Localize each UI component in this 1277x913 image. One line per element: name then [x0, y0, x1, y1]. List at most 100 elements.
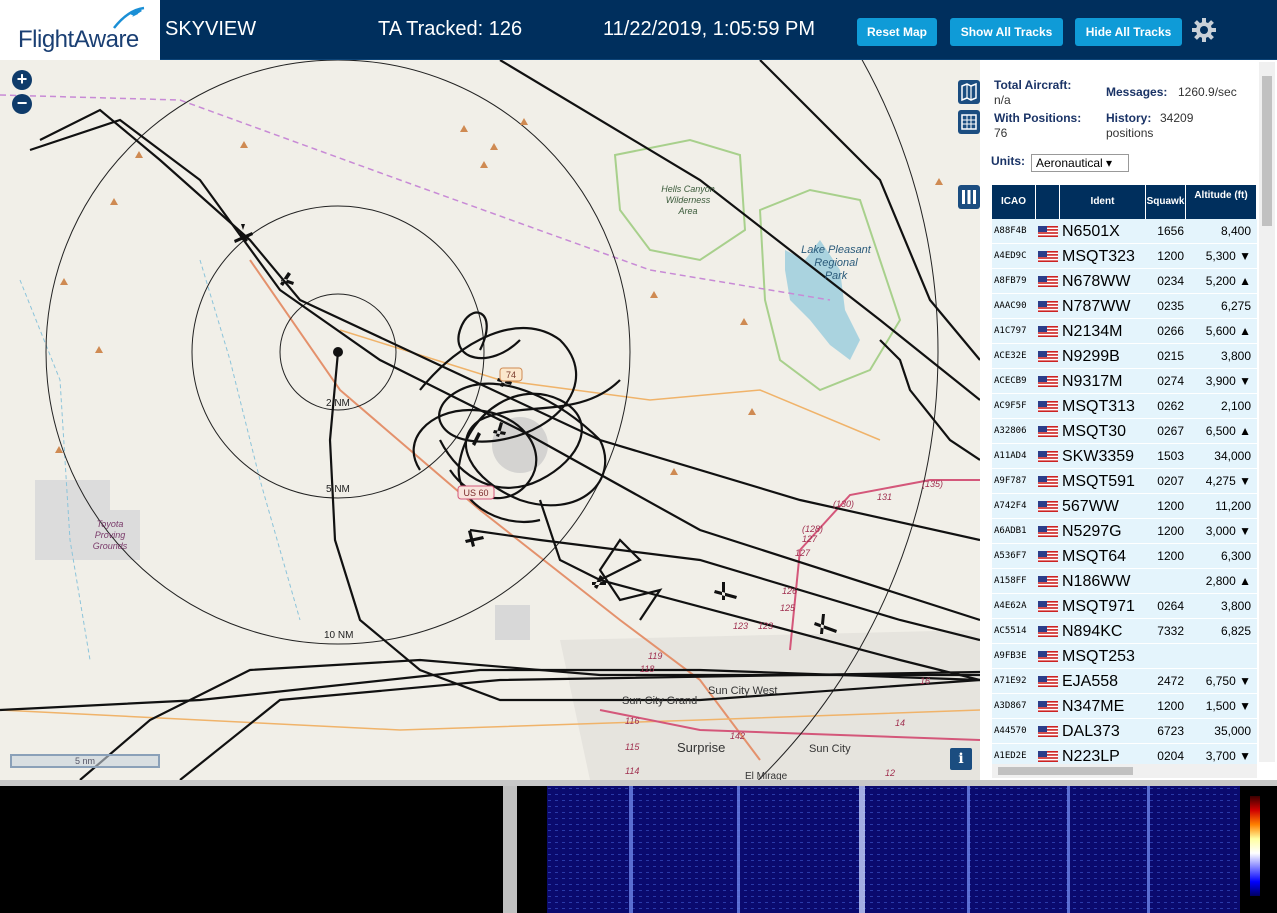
squawk-cell: 1200	[1157, 499, 1184, 513]
column-toggle-button[interactable]	[958, 185, 980, 209]
altitude-cell: 2,100	[1220, 399, 1251, 413]
panel-vertical-scrollbar[interactable]	[1259, 62, 1275, 762]
ident-cell: N347ME	[1062, 698, 1125, 715]
column-header-altitude[interactable]: Altitude (ft)	[1186, 185, 1257, 219]
column-header-squawk[interactable]: Squawk	[1146, 185, 1186, 219]
city-label: Sun City West	[708, 685, 778, 697]
us-flag-icon	[1038, 376, 1058, 387]
altitude-cell: 5,600 ▲	[1205, 324, 1251, 338]
info-button[interactable]: i	[950, 748, 972, 770]
aircraft-icon	[814, 614, 837, 634]
map-canvas[interactable]: 2 NM 5 NM 10 NM Hells Canyon Wilderness …	[0, 60, 980, 780]
map-icon	[961, 82, 977, 102]
squawk-cell: 6723	[1157, 724, 1184, 738]
total-aircraft-label: Total Aircraft:	[994, 78, 1072, 92]
grid-toggle-button[interactable]	[958, 110, 980, 134]
flightaware-logo[interactable]: FlightAware	[0, 0, 160, 60]
table-row[interactable]: A8FB79 N678WW 0234 5,200 ▲	[992, 269, 1257, 294]
site-name: SKYVIEW	[165, 18, 257, 40]
altitude-cell: 6,275	[1220, 299, 1251, 313]
settings-gear-icon[interactable]	[1190, 16, 1218, 44]
table-row[interactable]: A536F7 MSQT64 1200 6,300	[992, 544, 1257, 569]
svg-text:126: 126	[782, 586, 797, 596]
us-flag-icon	[1038, 726, 1058, 737]
squawk-cell: 0235	[1157, 299, 1184, 313]
table-row[interactable]: A44570 DAL373 6723 35,000	[992, 719, 1257, 744]
spectrogram-waterfall	[547, 786, 1240, 913]
reset-map-button[interactable]: Reset Map	[857, 18, 937, 46]
history-label: History:	[1106, 111, 1152, 125]
table-row[interactable]: AAAC90 N787WW 0235 6,275	[992, 294, 1257, 319]
table-row[interactable]: A4ED9C MSQT323 1200 5,300 ▼	[992, 244, 1257, 269]
table-row[interactable]: ACECB9 N9317M 0274 3,900 ▼	[992, 369, 1257, 394]
table-row[interactable]: A11AD4 SKW3359 1503 34,000	[992, 444, 1257, 469]
table-row[interactable]: A71E92 EJA558 2472 6,750 ▼	[992, 669, 1257, 694]
spectrogram-color-scale	[1250, 796, 1260, 896]
ident-cell: EJA558	[1062, 673, 1119, 690]
column-header-flag[interactable]	[1036, 185, 1060, 219]
svg-text:12: 12	[885, 768, 895, 778]
table-row[interactable]: A32806 MSQT30 0267 6,500 ▲	[992, 419, 1257, 444]
svg-text:Proving: Proving	[95, 530, 126, 540]
altitude-cell: 6,750 ▼	[1205, 674, 1251, 688]
svg-text:(135): (135)	[922, 479, 943, 489]
icao-cell: A742F4	[994, 501, 1027, 511]
ident-cell: N787WW	[1062, 298, 1131, 315]
table-row[interactable]: A3D867 N347ME 1200 1,500 ▼	[992, 694, 1257, 719]
map-view[interactable]: 2 NM 5 NM 10 NM Hells Canyon Wilderness …	[0, 60, 980, 780]
aircraft-icon	[472, 432, 481, 446]
table-row[interactable]: A742F4 567WW 1200 11,200	[992, 494, 1257, 519]
table-row[interactable]: A158FF N186WW 2,800 ▲	[992, 569, 1257, 594]
table-row[interactable]: A4E62A MSQT971 0264 3,800	[992, 594, 1257, 619]
ident-cell: DAL373	[1062, 723, 1120, 740]
table-header: ICAO Ident Squawk Altitude (ft)	[992, 185, 1257, 219]
scroll-thumb[interactable]	[998, 767, 1133, 775]
bottom-pane	[0, 780, 1277, 913]
panel-horizontal-scrollbar[interactable]	[992, 764, 1257, 778]
icao-cell: AAAC90	[994, 301, 1027, 311]
hide-all-tracks-button[interactable]: Hide All Tracks	[1075, 18, 1182, 46]
table-row[interactable]: AC9F5F MSQT313 0262 2,100	[992, 394, 1257, 419]
squawk-cell: 0262	[1157, 399, 1184, 413]
squawk-cell: 0274	[1157, 374, 1184, 388]
logo-text: FlightAware	[18, 26, 139, 53]
ident-cell: SKW3359	[1062, 448, 1135, 465]
svg-text:142: 142	[730, 731, 745, 741]
us-flag-icon	[1038, 226, 1058, 237]
city-label: Surprise	[677, 740, 725, 755]
squawk-cell: 1200	[1157, 699, 1184, 713]
road-shield-label: US 60	[463, 488, 488, 498]
table-row[interactable]: A6ADB1 N5297G 1200 3,000 ▼	[992, 519, 1257, 544]
squawk-cell	[1150, 569, 1184, 594]
altitude-cell: 3,800	[1220, 599, 1251, 613]
table-row[interactable]: AC5514 N894KC 7332 6,825	[992, 619, 1257, 644]
top-bar: FlightAware SKYVIEW TA Tracked: 126 11/2…	[0, 0, 1277, 60]
zoom-out-button[interactable]: −	[12, 94, 32, 114]
messages-value: 1260.9/sec	[1178, 85, 1237, 99]
scroll-thumb[interactable]	[1262, 76, 1272, 226]
svg-text:(128): (128)	[802, 524, 823, 534]
icao-cell: A158FF	[994, 576, 1027, 586]
svg-text:119: 119	[648, 651, 662, 661]
zoom-in-button[interactable]: +	[12, 70, 32, 90]
map-layers-button[interactable]	[958, 80, 980, 104]
svg-text:125: 125	[780, 603, 796, 613]
ident-cell: MSQT64	[1062, 548, 1127, 565]
squawk-cell: 1503	[1157, 449, 1184, 463]
table-row[interactable]: A1C797 N2134M 0266 5,600 ▲	[992, 319, 1257, 344]
squawk-cell: 1656	[1157, 224, 1184, 238]
us-flag-icon	[1038, 651, 1058, 662]
icao-cell: A3D867	[994, 701, 1027, 711]
us-flag-icon	[1038, 526, 1058, 537]
svg-text:123: 123	[758, 621, 773, 631]
show-all-tracks-button[interactable]: Show All Tracks	[950, 18, 1063, 46]
units-select[interactable]: Aeronautical ▾	[1031, 154, 1129, 172]
table-row[interactable]: A88F4B N6501X 1656 8,400	[992, 219, 1257, 244]
table-row[interactable]: ACE32E N9299B 0215 3,800	[992, 344, 1257, 369]
table-row[interactable]: A9FB3E MSQT253	[992, 644, 1257, 669]
column-header-ident[interactable]: Ident	[1060, 185, 1146, 219]
column-header-icao[interactable]: ICAO	[992, 185, 1036, 219]
table-row[interactable]: A9F787 MSQT591 0207 4,275 ▼	[992, 469, 1257, 494]
altitude-cell: 6,500 ▲	[1205, 424, 1251, 438]
us-flag-icon	[1038, 551, 1058, 562]
